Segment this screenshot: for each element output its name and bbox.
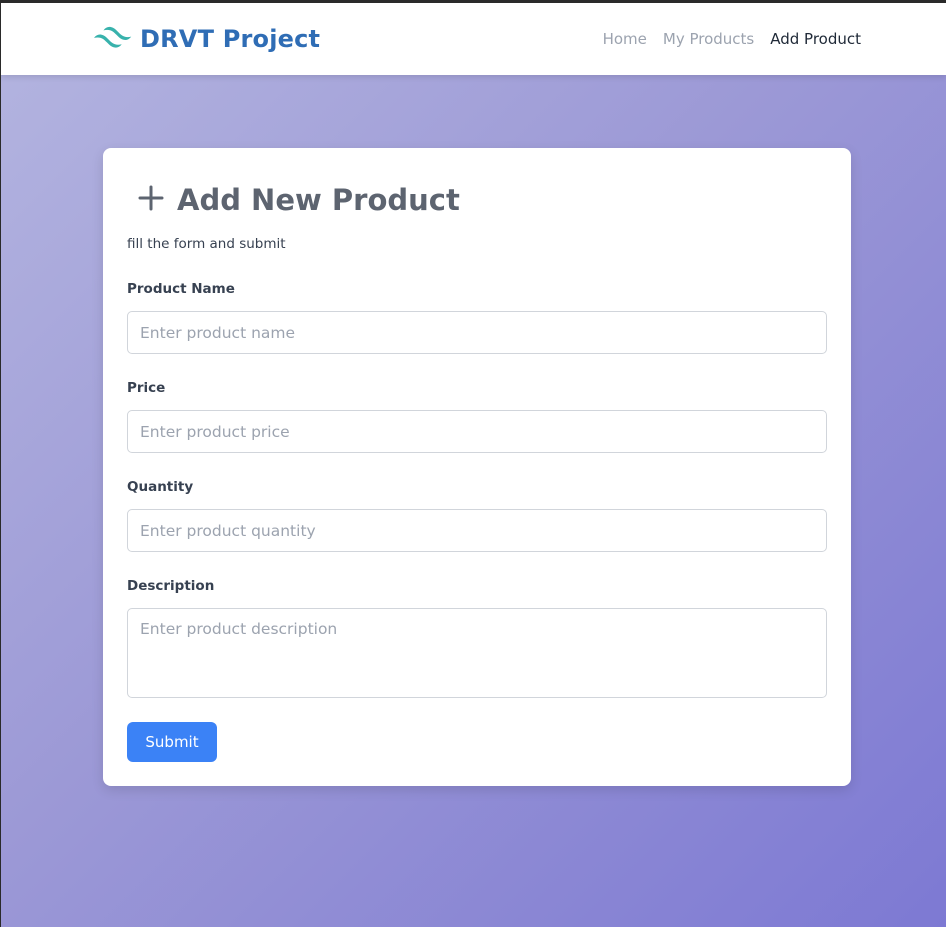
nav-links: Home My Products Add Product <box>603 30 861 48</box>
top-navbar: DRVT Project Home My Products Add Produc… <box>1 3 946 75</box>
product-name-label: Product Name <box>127 281 235 297</box>
nav-link-my-products[interactable]: My Products <box>663 30 754 48</box>
nav-link-add-product[interactable]: Add Product <box>770 30 861 48</box>
form-subtitle: fill the form and submit <box>127 236 286 252</box>
description-label: Description <box>127 578 215 594</box>
quantity-input[interactable] <box>127 509 827 552</box>
nav-link-home[interactable]: Home <box>603 30 647 48</box>
plus-icon <box>137 184 177 216</box>
app-window: DRVT Project Home My Products Add Produc… <box>1 3 946 927</box>
price-label: Price <box>127 380 166 396</box>
page-title: Add New Product <box>137 183 460 217</box>
wave-logo-icon <box>94 25 140 53</box>
submit-button[interactable]: Submit <box>127 722 217 762</box>
add-product-card: Add New Product fill the form and submit… <box>103 148 851 786</box>
quantity-label: Quantity <box>127 479 194 495</box>
price-input[interactable] <box>127 410 827 453</box>
brand-name: DRVT Project <box>140 25 321 53</box>
description-textarea[interactable] <box>127 608 827 698</box>
brand[interactable]: DRVT Project <box>94 23 320 55</box>
product-name-input[interactable] <box>127 311 827 354</box>
form-title: Add New Product <box>177 183 460 217</box>
